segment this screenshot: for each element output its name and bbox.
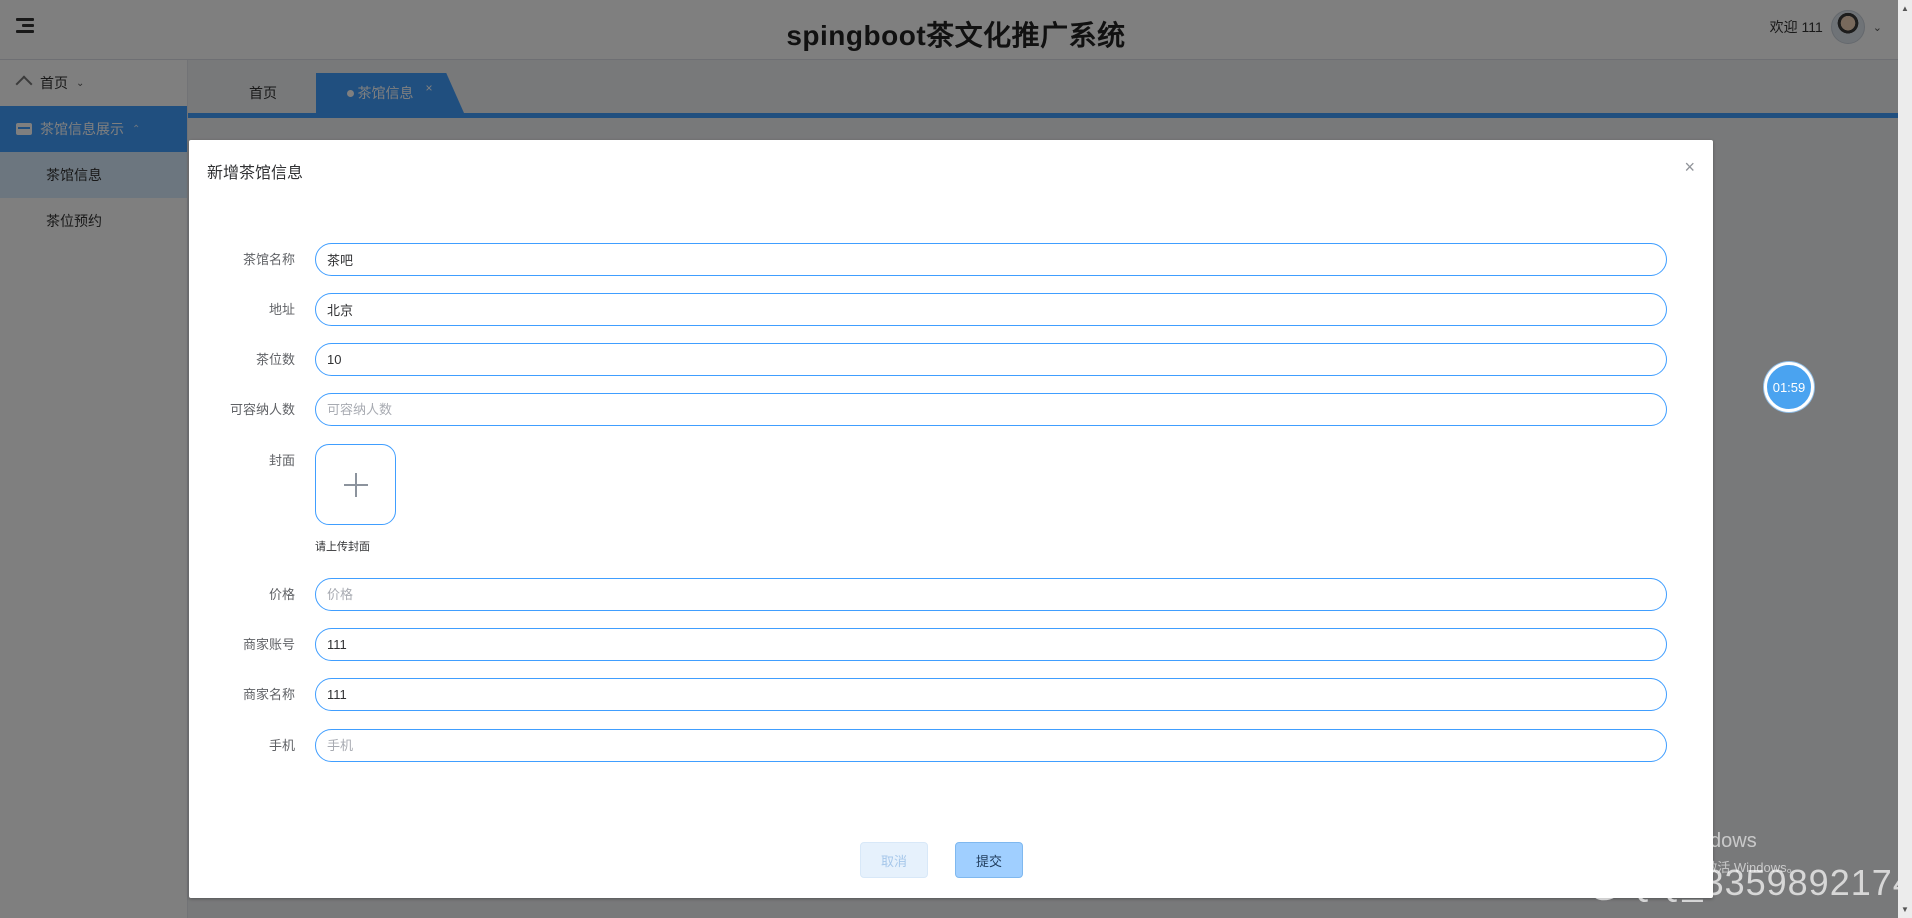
field-label: 商家名称 [242, 687, 295, 702]
field-label: 封面 [268, 453, 295, 468]
submit-button[interactable]: 提交 [955, 842, 1023, 878]
close-icon[interactable]: × [1684, 158, 1695, 176]
form-row-merchant-name: 商家名称 [189, 678, 1713, 712]
field-label: 价格 [268, 587, 295, 602]
form-row-capacity: 可容纳人数 [189, 393, 1713, 427]
field-label: 商家账号 [242, 637, 295, 652]
form-row-cover: 封面 [189, 444, 1713, 478]
teahouse-name-input[interactable] [315, 243, 1667, 276]
form-row-seats: 茶位数 [189, 343, 1713, 377]
capacity-input[interactable] [315, 393, 1667, 426]
field-label: 可容纳人数 [229, 402, 295, 417]
form-row-address: 地址 [189, 293, 1713, 327]
add-teahouse-dialog: 新增茶馆信息 × 茶馆名称 地址 茶位数 可容纳人数 封面 请上传封面 价格 商… [189, 140, 1713, 898]
merchant-name-input[interactable] [315, 678, 1667, 711]
phone-input[interactable] [315, 729, 1667, 762]
field-label: 茶位数 [255, 352, 295, 367]
field-label: 地址 [268, 302, 295, 317]
form-row-phone: 手机 [189, 729, 1713, 763]
scroll-up-icon[interactable]: ▲ [1901, 4, 1909, 13]
watermark-line: 激活 Windows [1630, 830, 1757, 852]
timer-badge[interactable]: 01:59 [1764, 362, 1814, 412]
page-scrollbar[interactable]: ▲ ▼ [1898, 0, 1912, 918]
csdn-watermark: CSDN @QQ_3359892174 [1470, 862, 1912, 903]
merchant-account-input[interactable] [315, 628, 1667, 661]
form-row-merchant-account: 商家账号 [189, 628, 1713, 662]
upload-hint: 请上传封面 [315, 541, 370, 553]
form-row-name: 茶馆名称 [189, 243, 1713, 277]
field-label: 茶馆名称 [242, 252, 295, 267]
address-input[interactable] [315, 293, 1667, 326]
dialog-title: 新增茶馆信息 [207, 165, 304, 182]
seat-count-input[interactable] [315, 343, 1667, 376]
scroll-down-icon[interactable]: ▼ [1901, 905, 1909, 914]
field-label: 手机 [268, 738, 295, 753]
cancel-button[interactable]: 取消 [860, 842, 928, 878]
form-row-price: 价格 [189, 578, 1713, 612]
plus-icon [316, 445, 395, 524]
price-input[interactable] [315, 578, 1667, 611]
cover-upload-button[interactable] [315, 444, 396, 525]
